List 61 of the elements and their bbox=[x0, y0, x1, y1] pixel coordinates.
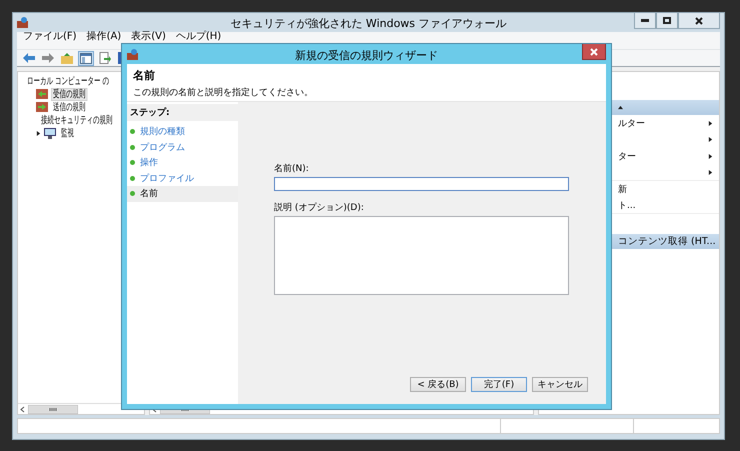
window-title: セキュリティが強化された Windows ファイアウォール bbox=[229, 16, 508, 31]
wizard-step[interactable]: 操作 bbox=[127, 155, 238, 170]
tree-item[interactable]: 受信の規則 bbox=[51, 88, 88, 100]
firewall-icon bbox=[127, 48, 138, 60]
maximize-button[interactable] bbox=[656, 13, 678, 29]
wizard-step[interactable]: 規則の種類 bbox=[127, 124, 238, 140]
toolbar-button[interactable] bbox=[78, 50, 94, 66]
close-button[interactable] bbox=[678, 13, 720, 29]
page-description: この規則の名前と説明を指定してください。 bbox=[133, 86, 314, 99]
firewall-icon bbox=[17, 17, 28, 28]
step-dot-icon bbox=[130, 129, 135, 134]
toolbar-button[interactable] bbox=[21, 50, 37, 66]
tree-item[interactable]: 接続セキュリティの規則 bbox=[39, 114, 114, 126]
step-dot-icon bbox=[130, 144, 135, 150]
close-icon bbox=[590, 48, 598, 56]
tree-item[interactable]: 監視 bbox=[59, 126, 76, 140]
export-icon bbox=[99, 52, 111, 64]
action-item[interactable]: ター bbox=[618, 150, 636, 163]
field-label: 名前(N): bbox=[274, 162, 310, 175]
tree-item[interactable]: ローカル コンピューター の bbox=[25, 74, 112, 88]
toolbar-button[interactable] bbox=[59, 50, 75, 66]
toolbar-button[interactable] bbox=[40, 50, 56, 66]
dialog-button[interactable]: < 戻る(B) bbox=[410, 377, 466, 392]
scrollbar-thumb[interactable] bbox=[28, 404, 78, 414]
wizard-step[interactable]: プロファイル bbox=[127, 170, 238, 186]
action-item[interactable]: ト... bbox=[618, 198, 636, 212]
close-icon bbox=[695, 16, 703, 24]
minimize-icon bbox=[641, 19, 649, 22]
menu-item[interactable]: 操作(A) bbox=[86, 32, 122, 42]
name-field[interactable] bbox=[274, 177, 569, 191]
menu-item[interactable]: ファイル(F) bbox=[23, 32, 77, 42]
expand-icon bbox=[36, 130, 41, 136]
description-field[interactable] bbox=[274, 216, 569, 295]
step-dot-icon bbox=[130, 176, 135, 181]
step-dot-icon bbox=[130, 191, 135, 196]
action-item[interactable]: 新 bbox=[618, 182, 627, 196]
wizard-step[interactable]: プログラム bbox=[127, 140, 238, 155]
tree-item[interactable]: 送信の規則 bbox=[51, 100, 88, 114]
close-button[interactable] bbox=[582, 44, 606, 60]
field-label: 説明 (オプション)(D): bbox=[274, 201, 365, 214]
folder-up-icon bbox=[61, 52, 73, 64]
dialog-button[interactable]: 完了(F) bbox=[471, 377, 527, 392]
action-item[interactable]: ルター bbox=[618, 116, 645, 130]
wizard-step[interactable]: 名前 bbox=[127, 186, 238, 202]
forward-arrow-icon bbox=[42, 53, 54, 63]
pane-icon bbox=[80, 52, 92, 64]
minimize-button[interactable] bbox=[634, 13, 656, 29]
dialog-title: 新規の受信の規則ウィザード bbox=[294, 48, 439, 63]
back-arrow-icon bbox=[23, 53, 35, 63]
dialog-button[interactable]: キャンセル bbox=[532, 377, 588, 392]
steps-heading: ステップ: bbox=[127, 104, 238, 121]
toolbar-button[interactable] bbox=[97, 50, 113, 66]
menu-item[interactable]: 表示(V) bbox=[131, 32, 166, 42]
collapse-icon bbox=[618, 105, 623, 110]
firewall-rule-icon bbox=[36, 89, 48, 99]
step-dot-icon bbox=[130, 160, 135, 166]
menu-item[interactable]: ヘルプ(H) bbox=[176, 32, 222, 42]
monitor-icon bbox=[44, 128, 56, 138]
page-heading: 名前 bbox=[133, 68, 156, 83]
maximize-icon bbox=[663, 17, 671, 24]
firewall-rule-icon bbox=[36, 102, 48, 112]
